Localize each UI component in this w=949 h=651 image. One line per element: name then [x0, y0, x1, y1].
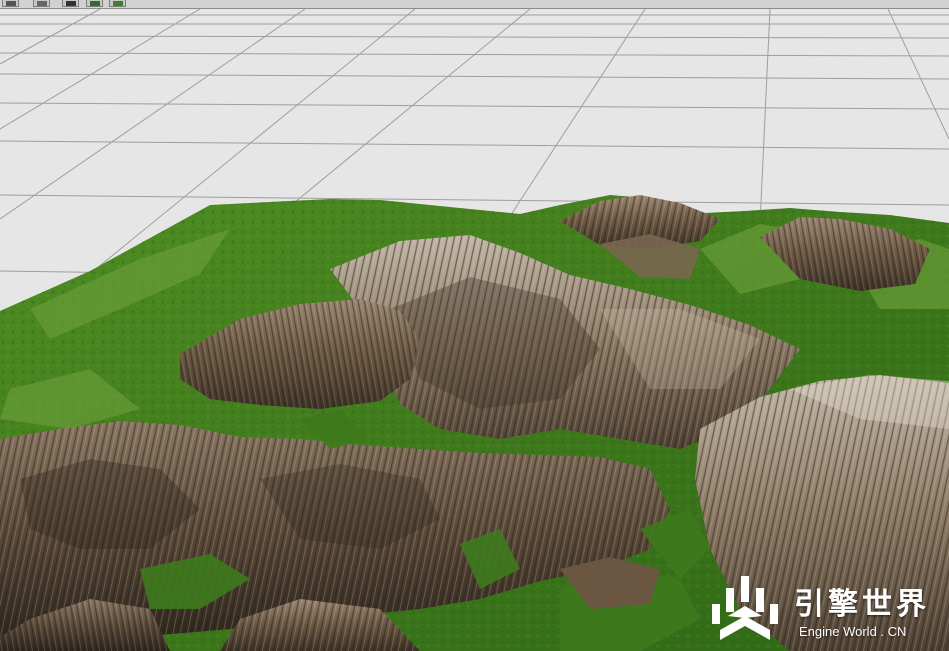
terrain-scene	[0, 9, 949, 651]
toolbar-button-landscape[interactable]	[109, 0, 126, 7]
engine-world-logo-icon	[712, 576, 778, 640]
image-icon	[37, 1, 47, 6]
watermark-title: 引擎世界	[794, 587, 930, 622]
toolbar-button-image[interactable]	[33, 0, 50, 7]
toolbar-button-render[interactable]	[2, 0, 19, 7]
3d-viewport[interactable]	[0, 9, 949, 651]
toolbar-button-terrain[interactable]	[86, 0, 103, 7]
render-icon	[6, 1, 16, 6]
camera-icon	[66, 1, 76, 6]
viewport-toolbar	[0, 0, 949, 9]
watermark: 引擎世界 Engine World . CN	[706, 574, 949, 651]
toolbar-button-camera[interactable]	[62, 0, 79, 7]
landscape-icon	[113, 1, 123, 6]
terrain-icon	[90, 1, 100, 6]
watermark-subtitle: Engine World . CN	[799, 624, 907, 639]
